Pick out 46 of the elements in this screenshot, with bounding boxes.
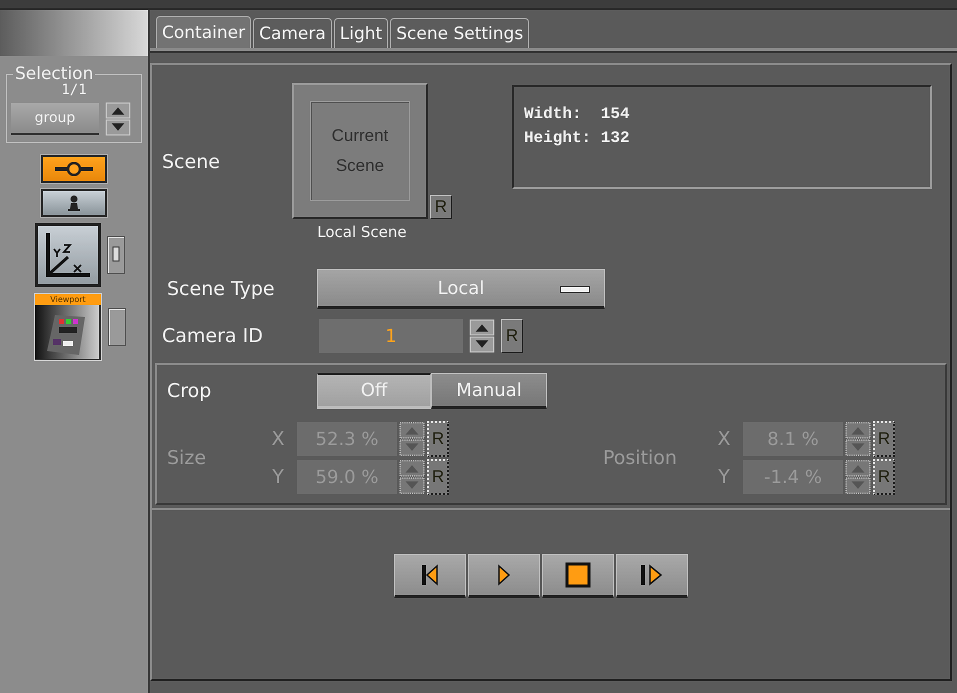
scene-type-label: Scene Type	[167, 278, 276, 300]
person-icon	[67, 195, 81, 211]
transport-button[interactable]	[468, 554, 540, 598]
crop-group-label: Position	[603, 447, 678, 469]
info-line: Height: 132	[524, 129, 631, 147]
axis-label: X	[270, 428, 286, 450]
spinner-arrows-icon[interactable]	[845, 459, 871, 495]
camera-id-label: Camera ID	[162, 325, 264, 347]
viewport-thumbnail[interactable]: Viewport	[34, 293, 102, 361]
toggle-button[interactable]	[41, 189, 107, 217]
stop-icon	[565, 562, 591, 588]
slot-handle[interactable]	[108, 308, 126, 346]
crop-label: Crop	[167, 380, 212, 402]
spinner-arrows-icon[interactable]	[845, 421, 871, 457]
selection-type[interactable]: group	[11, 103, 99, 135]
transport-button[interactable]	[542, 554, 614, 598]
axis-button[interactable]	[35, 223, 101, 287]
tab[interactable]: Scene Settings	[390, 18, 530, 48]
toggle-button[interactable]	[41, 155, 107, 183]
transport-button[interactable]	[616, 554, 688, 598]
step-forward-icon	[640, 564, 664, 586]
node-icon	[53, 162, 95, 176]
scene-label: Scene	[162, 151, 220, 173]
reset-button[interactable]: R	[430, 195, 452, 219]
spinner-arrows-icon[interactable]	[399, 421, 425, 457]
play-icon	[497, 564, 511, 586]
axis-label: Y	[717, 466, 731, 488]
transport-button[interactable]	[394, 554, 466, 598]
skip-back-icon	[421, 564, 439, 586]
tab[interactable]: Camera	[253, 18, 332, 48]
tab[interactable]: Light	[334, 18, 388, 48]
scene-type-dropdown[interactable]: Local	[317, 269, 605, 309]
info-line: Width: 154	[524, 105, 631, 123]
reset-button[interactable]: R	[501, 319, 523, 353]
lock-handle[interactable]	[107, 236, 125, 274]
selection-count: 1/1	[60, 82, 88, 98]
viewport-label: Viewport	[35, 294, 101, 305]
current-scene-button[interactable]: Current Scene	[292, 83, 428, 219]
axis-label: X	[716, 428, 732, 450]
selection-title: Selection	[14, 64, 94, 84]
crop-group-label: Size	[167, 447, 208, 469]
scene-caption: Local Scene	[317, 223, 407, 241]
tab[interactable]: Container	[156, 16, 252, 48]
axis-label: Y	[271, 466, 285, 488]
camera-id-field[interactable]: 1	[319, 319, 463, 353]
spinner-arrows-icon[interactable]	[399, 459, 425, 495]
